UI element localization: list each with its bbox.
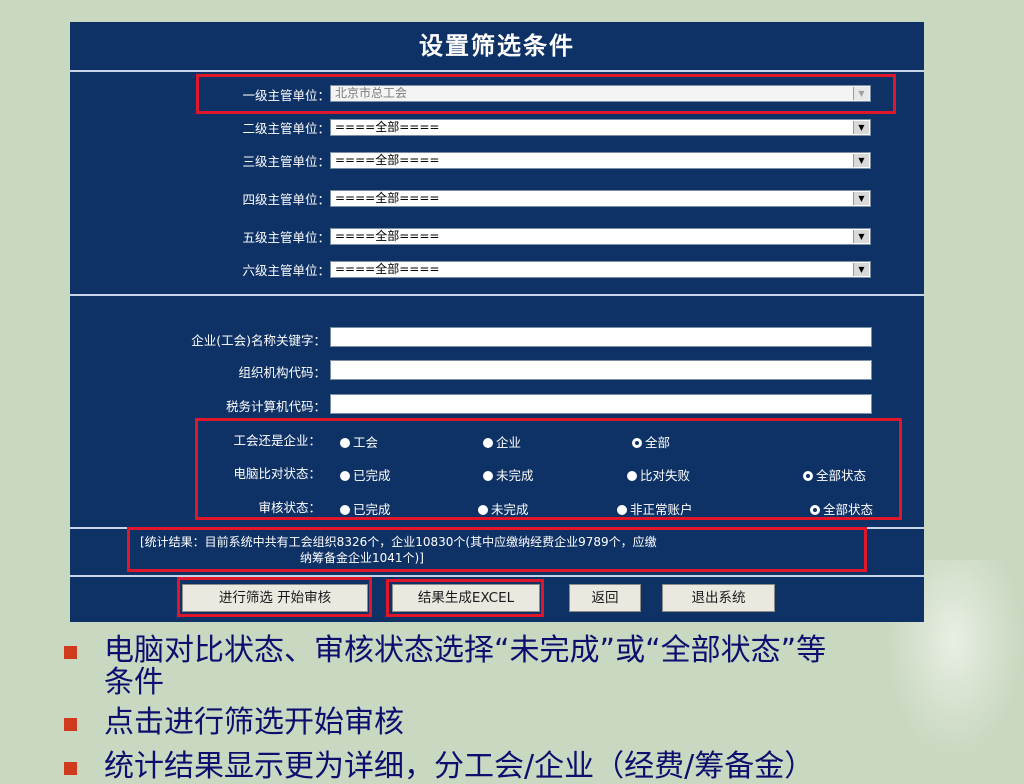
name-keyword-input[interactable]: [330, 327, 872, 347]
radio-icon[interactable]: [340, 438, 350, 448]
level4-select[interactable]: ====全部==== ▼: [330, 190, 871, 207]
bullet-square-icon: [64, 718, 77, 731]
radio-icon[interactable]: [340, 471, 350, 481]
radio-all[interactable]: 全部: [632, 432, 670, 451]
filter-review-button[interactable]: 进行筛选 开始审核: [182, 584, 368, 612]
panel-title: 设置筛选条件: [419, 31, 575, 60]
radio-review-done[interactable]: 已完成: [340, 499, 391, 518]
radio-review-all[interactable]: 全部状态: [810, 499, 873, 518]
statistics-line-2: 纳筹备金企业1041个)]: [300, 551, 424, 565]
radio-compare-undone[interactable]: 未完成: [483, 465, 534, 484]
org-code-label: 组织机构代码：: [238, 365, 326, 380]
chevron-down-icon[interactable]: ▼: [853, 121, 869, 134]
divider: [70, 294, 924, 296]
chevron-down-icon[interactable]: ▼: [853, 192, 869, 205]
chevron-down-icon[interactable]: ▼: [853, 263, 869, 276]
level4-label: 四级主管单位：: [242, 192, 330, 207]
back-button[interactable]: 返回: [569, 584, 641, 612]
radio-compare-all[interactable]: 全部状态: [803, 465, 866, 484]
radio-compare-done[interactable]: 已完成: [340, 465, 391, 484]
divider: [70, 575, 924, 577]
radio-review-abnormal[interactable]: 非正常账户: [617, 499, 693, 518]
statistics-line-1: [统计结果：目前系统中共有工会组织8326个，企业10830个(其中应缴纳经费企…: [140, 535, 657, 549]
level6-label: 六级主管单位：: [242, 263, 330, 278]
level3-label: 三级主管单位：: [242, 154, 330, 169]
bullet-square-icon: [64, 646, 77, 659]
export-excel-button[interactable]: 结果生成EXCEL: [392, 584, 540, 612]
exit-system-button[interactable]: 退出系统: [662, 584, 775, 612]
level5-label: 五级主管单位：: [242, 230, 330, 245]
level6-select[interactable]: ====全部==== ▼: [330, 261, 871, 278]
level3-select[interactable]: ====全部==== ▼: [330, 152, 871, 169]
review-status-label: 审核状态：: [258, 500, 321, 515]
tax-code-label: 税务计算机代码：: [225, 399, 326, 414]
level2-label: 二级主管单位：: [242, 121, 330, 136]
radio-icon[interactable]: [478, 505, 488, 515]
divider: [70, 70, 924, 72]
radio-selected-icon[interactable]: [810, 505, 820, 515]
level5-select[interactable]: ====全部==== ▼: [330, 228, 871, 245]
radio-selected-icon[interactable]: [803, 471, 813, 481]
level2-select[interactable]: ====全部==== ▼: [330, 119, 871, 136]
radio-icon[interactable]: [483, 471, 493, 481]
radio-union[interactable]: 工会: [340, 432, 378, 451]
level1-label: 一级主管单位：: [242, 88, 330, 103]
bullet-square-icon: [64, 762, 77, 775]
tax-code-input[interactable]: [330, 394, 872, 414]
compare-status-label: 电脑比对状态：: [233, 466, 321, 481]
radio-compare-failed[interactable]: 比对失败: [627, 465, 690, 484]
chevron-down-icon[interactable]: ▼: [853, 154, 869, 167]
chevron-down-icon[interactable]: ▼: [853, 87, 869, 100]
level1-select[interactable]: 北京市总工会 ▼: [330, 85, 871, 102]
divider: [70, 527, 924, 529]
filter-panel: 设置筛选条件 一级主管单位： 北京市总工会 ▼ 二级主管单位： ====全部==…: [70, 22, 924, 622]
radio-review-undone[interactable]: 未完成: [478, 499, 529, 518]
union-or-company-label: 工会还是企业：: [233, 433, 321, 448]
radio-icon[interactable]: [483, 438, 493, 448]
radio-icon[interactable]: [617, 505, 627, 515]
chevron-down-icon[interactable]: ▼: [853, 230, 869, 243]
statistics-summary: [统计结果：目前系统中共有工会组织8326个，企业10830个(其中应缴纳经费企…: [140, 534, 860, 566]
org-code-input[interactable]: [330, 360, 872, 380]
radio-selected-icon[interactable]: [632, 438, 642, 448]
radio-company[interactable]: 企业: [483, 432, 521, 451]
radio-icon[interactable]: [627, 471, 637, 481]
radio-icon[interactable]: [340, 505, 350, 515]
name-keyword-label: 企业(工会)名称关键字：: [191, 333, 326, 348]
